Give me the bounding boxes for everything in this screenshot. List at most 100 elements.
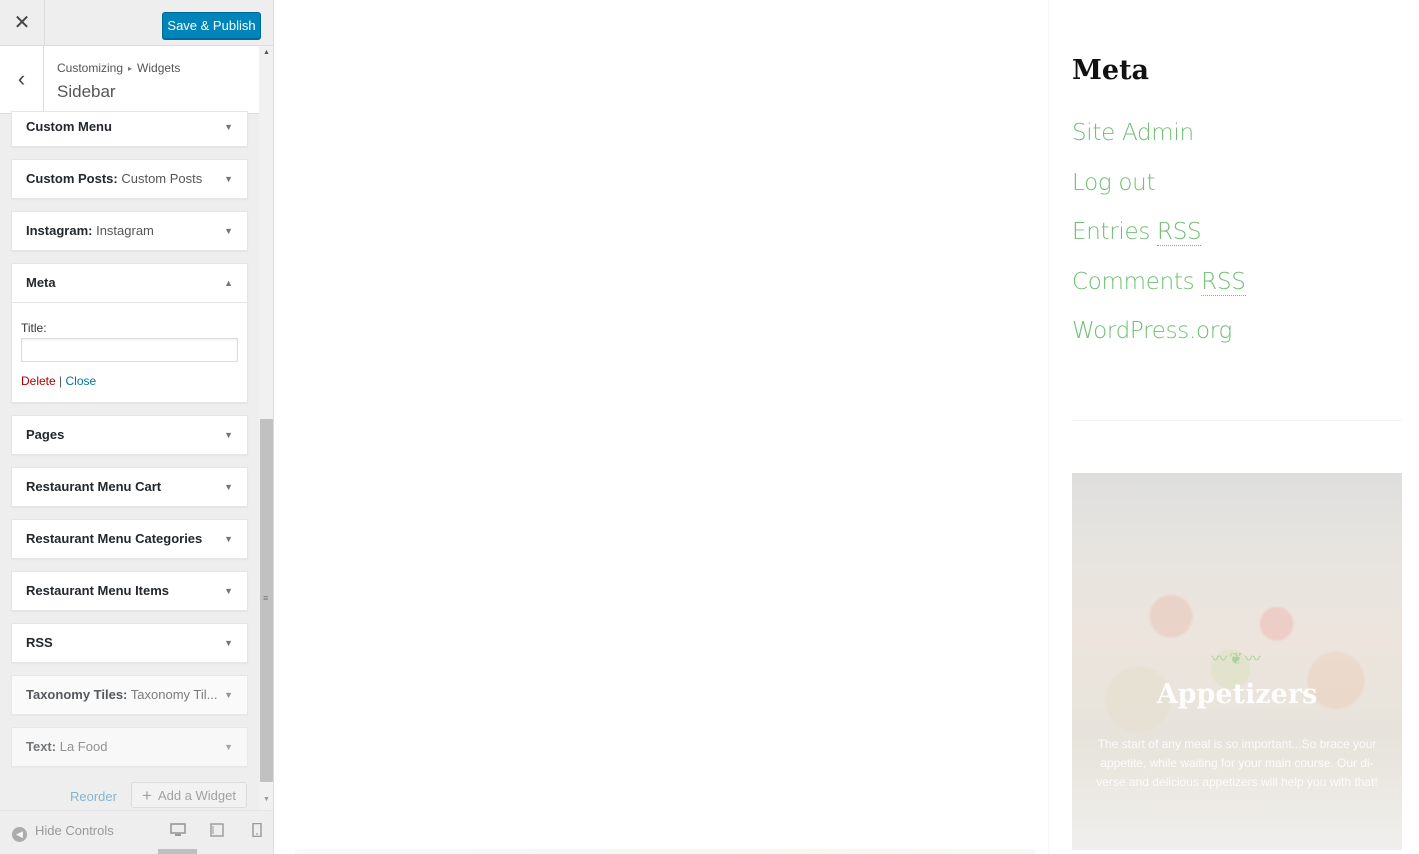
plus-icon: + xyxy=(142,786,152,805)
widget-label: RSS xyxy=(26,635,53,650)
list-item: Site Admin xyxy=(1072,120,1246,170)
widget-header[interactable]: Meta ▲ xyxy=(12,264,247,302)
breadcrumb-separator-icon: ▸ xyxy=(128,64,133,73)
widget-header[interactable]: Restaurant Menu Cart ▼ xyxy=(12,468,247,506)
preview-sidebar: Meta Site Admin Log out Entries RSS Comm… xyxy=(1048,0,1419,854)
mobile-preview-icon[interactable] xyxy=(249,822,265,838)
expand-arrow-icon[interactable]: ▼ xyxy=(224,676,233,714)
widget-sublabel: Taxonomy Til... xyxy=(127,687,218,702)
widget-header[interactable]: Restaurant Menu Items ▼ xyxy=(12,572,247,610)
close-customizer-button[interactable]: ✕ xyxy=(0,0,45,46)
title-input[interactable] xyxy=(21,338,238,362)
widget-title: Taxonomy Tiles: Taxonomy Til... xyxy=(26,676,233,714)
list-item: Log out xyxy=(1072,170,1246,220)
widget-text[interactable]: Text: La Food ▼ xyxy=(11,727,248,767)
widget-label: Taxonomy Tiles: xyxy=(26,687,128,702)
expand-arrow-icon[interactable]: ▼ xyxy=(224,520,233,558)
widget-title: Pages xyxy=(26,416,233,454)
site-admin-link[interactable]: Site Admin xyxy=(1072,120,1194,146)
widget-title: Restaurant Menu Items xyxy=(26,572,233,610)
widget-taxonomy-tiles[interactable]: Taxonomy Tiles: Taxonomy Til... ▼ xyxy=(11,675,248,715)
hide-controls-button[interactable]: ◀ Hide Controls xyxy=(12,823,114,842)
scroll-down-arrow-icon[interactable]: ▼ xyxy=(259,793,273,807)
collapse-arrow-icon[interactable]: ▲ xyxy=(224,264,233,302)
actions-divider: | xyxy=(59,374,63,388)
widget-label: Meta xyxy=(26,275,56,290)
widget-header[interactable]: Custom Menu ▼ xyxy=(12,112,247,146)
expand-arrow-icon[interactable]: ▼ xyxy=(224,728,233,766)
expand-arrow-icon[interactable]: ▼ xyxy=(224,416,233,454)
log-out-link[interactable]: Log out xyxy=(1072,170,1155,196)
widget-pages[interactable]: Pages ▼ xyxy=(11,415,248,455)
widget-header[interactable]: RSS ▼ xyxy=(12,624,247,662)
list-item: Comments RSS xyxy=(1072,268,1246,319)
tablet-preview-icon[interactable] xyxy=(209,823,225,837)
expand-arrow-icon[interactable]: ▼ xyxy=(224,572,233,610)
widget-title: Custom Posts: Custom Posts xyxy=(26,160,233,198)
widget-title: Text: La Food xyxy=(26,728,233,766)
breadcrumb-item-widgets: Widgets xyxy=(137,61,181,75)
entries-rss-link[interactable]: Entries RSS xyxy=(1072,219,1202,247)
widget-custom-posts[interactable]: Custom Posts: Custom Posts ▼ xyxy=(11,159,248,199)
list-item: WordPress.org xyxy=(1072,318,1246,368)
appetizers-tile[interactable]: 〰❦〰 Appetizers The start of any meal is … xyxy=(1072,473,1402,850)
widget-header[interactable]: Text: La Food ▼ xyxy=(12,728,247,766)
widget-sublabel: Custom Posts xyxy=(117,171,203,186)
widget-header[interactable]: Restaurant Menu Categories ▼ xyxy=(12,520,247,558)
save-publish-button[interactable]: Save & Publish xyxy=(162,12,261,39)
widget-label: Custom Posts: xyxy=(26,171,118,186)
widget-title: Restaurant Menu Cart xyxy=(26,468,233,506)
selected-device-indicator xyxy=(158,849,197,854)
widget-header[interactable]: Pages ▼ xyxy=(12,416,247,454)
link-abbr: RSS xyxy=(1157,219,1202,247)
widget-form: Title: Delete | Close xyxy=(12,302,247,402)
widget-title: RSS xyxy=(26,624,233,662)
expand-arrow-icon[interactable]: ▼ xyxy=(224,468,233,506)
widget-custom-menu[interactable]: Custom Menu ▼ xyxy=(11,111,248,147)
link-abbr: RSS xyxy=(1201,268,1246,296)
scroll-up-arrow-icon[interactable]: ▲ xyxy=(259,46,273,60)
panel-scrollbar[interactable]: ▲ ≡ ▼ xyxy=(259,46,273,810)
widget-instagram[interactable]: Instagram: Instagram ▼ xyxy=(11,211,248,251)
widget-label: Restaurant Menu Items xyxy=(26,583,170,598)
expand-arrow-icon[interactable]: ▼ xyxy=(224,112,233,142)
leaf-ornament-icon: 〰❦〰 xyxy=(1211,651,1263,668)
hide-controls-label: Hide Controls xyxy=(35,823,114,838)
link-text: Site Admin xyxy=(1072,120,1194,146)
back-button[interactable]: ‹ xyxy=(0,46,44,114)
desktop-preview-icon[interactable] xyxy=(170,823,186,837)
widget-header[interactable]: Taxonomy Tiles: Taxonomy Til... ▼ xyxy=(12,676,247,714)
widget-header[interactable]: Custom Posts: Custom Posts ▼ xyxy=(12,160,247,198)
widget-area-actions: Reorder + Add a Widget xyxy=(0,781,259,809)
widget-label: Pages xyxy=(26,427,65,442)
wordpress-org-link[interactable]: WordPress.org xyxy=(1072,318,1232,344)
chevron-left-icon: ‹ xyxy=(17,66,26,91)
scrollbar-thumb[interactable]: ≡ xyxy=(260,419,273,782)
widget-header[interactable]: Instagram: Instagram ▼ xyxy=(12,212,247,250)
close-link[interactable]: Close xyxy=(66,374,97,388)
tile-description: The start of any meal is so important...… xyxy=(1096,737,1378,789)
section-header: ‹ Customizing ▸ Widgets Sidebar xyxy=(0,46,260,114)
reorder-link[interactable]: Reorder xyxy=(70,789,117,804)
delete-link[interactable]: Delete xyxy=(21,374,56,388)
link-text: WordPress.org xyxy=(1072,318,1232,345)
comments-rss-link[interactable]: Comments RSS xyxy=(1072,268,1246,296)
available-widgets-list: Custom Menu ▼ Custom Posts: Custom Posts… xyxy=(11,111,248,779)
widget-restaurant-menu-cart[interactable]: Restaurant Menu Cart ▼ xyxy=(11,467,248,507)
arrow-left-circle-icon: ◀ xyxy=(12,827,27,842)
breadcrumb: Customizing ▸ Widgets xyxy=(57,61,180,75)
widget-restaurant-menu-categories[interactable]: Restaurant Menu Categories ▼ xyxy=(11,519,248,559)
widget-label: Restaurant Menu Categories xyxy=(26,531,203,546)
widget-meta[interactable]: Meta ▲ Title: Delete | Close xyxy=(11,263,248,403)
expand-arrow-icon[interactable]: ▼ xyxy=(224,212,233,250)
content-edge xyxy=(295,849,1035,854)
expand-arrow-icon[interactable]: ▼ xyxy=(224,624,233,662)
add-widget-button[interactable]: + Add a Widget xyxy=(131,782,247,808)
link-text: Log out xyxy=(1072,169,1156,196)
widget-restaurant-menu-items[interactable]: Restaurant Menu Items ▼ xyxy=(11,571,248,611)
widget-label: Instagram: xyxy=(26,223,93,238)
expand-arrow-icon[interactable]: ▼ xyxy=(224,160,233,198)
widget-rss[interactable]: RSS ▼ xyxy=(11,623,248,663)
widget-label: Text: xyxy=(26,739,57,754)
widget-title: Instagram: Instagram xyxy=(26,212,233,250)
